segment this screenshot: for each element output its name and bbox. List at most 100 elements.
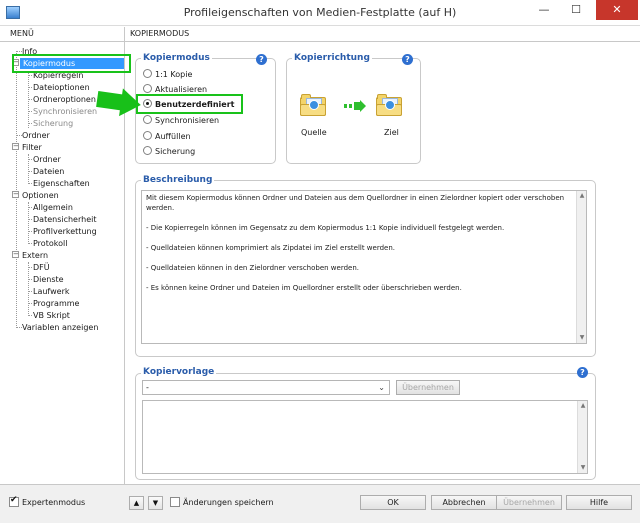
tree-item-dienste[interactable]: Dienste — [33, 274, 64, 285]
tree-line — [28, 315, 32, 316]
scroll-down-icon[interactable]: ▼ — [578, 463, 588, 473]
tree-item-vbskript[interactable]: VB Skript — [33, 310, 70, 321]
aenderungen-speichern-label: Änderungen speichern — [183, 498, 274, 507]
description-line-4: - Quelldateien können komprimiert als Zi… — [146, 244, 395, 252]
checkbox-checked-icon — [9, 495, 19, 507]
target-label: Ziel — [384, 128, 399, 137]
tree-item-dateioptionen[interactable]: Dateioptionen — [33, 82, 90, 93]
radio-label-sicherung: Sicherung — [155, 147, 196, 156]
tree-line — [28, 171, 32, 172]
direction-arrow-icon — [344, 100, 366, 112]
tree-item-laufwerk[interactable]: Laufwerk — [33, 286, 70, 297]
maximize-button[interactable]: ☐ — [562, 0, 590, 20]
ok-button[interactable]: OK — [360, 495, 426, 510]
tree-item-filter-dateien[interactable]: Dateien — [33, 166, 64, 177]
expand-toggle-filter[interactable]: − — [12, 143, 19, 150]
expand-toggle-optionen[interactable]: − — [12, 191, 19, 198]
radio-synchronisieren[interactable]: Synchronisieren — [143, 115, 219, 127]
tree-line — [28, 262, 29, 316]
target-folder-icon — [376, 94, 402, 116]
tree-line — [28, 231, 32, 232]
kopiervorlage-select-value: - — [146, 383, 149, 392]
tree-line — [28, 123, 32, 124]
vorlage-uebernehmen-button[interactable]: Übernehmen — [396, 380, 460, 395]
tree-item-sicherung[interactable]: Sicherung — [33, 118, 73, 129]
radio-label-synchronisieren: Synchronisieren — [155, 116, 220, 125]
description-line-6: - Es können keine Ordner und Dateien im … — [146, 284, 462, 292]
tree-line — [28, 99, 32, 100]
tree-line — [28, 159, 32, 160]
tree-item-variablen-anzeigen[interactable]: Variablen anzeigen — [22, 322, 98, 333]
tree-line — [16, 51, 17, 326]
uebernehmen-button[interactable]: Übernehmen — [496, 495, 562, 510]
tree-line — [28, 202, 29, 244]
radio-circle-icon — [143, 115, 152, 124]
move-up-button[interactable]: ▲ — [129, 496, 144, 510]
title-bar: Profileigenschaften von Medien-Festplatt… — [0, 0, 640, 26]
kopiervorlage-scrollbar[interactable]: ▲ ▼ — [577, 401, 587, 473]
radio-label-aktualisieren: Aktualisieren — [155, 85, 208, 94]
beschreibung-title: Beschreibung — [141, 175, 215, 185]
description-line-5: - Quelldateien können in den Zielordner … — [146, 264, 360, 272]
kopiervorlage-select[interactable]: - ⌄ — [142, 380, 390, 395]
tree-item-profilverkettung[interactable]: Profilverkettung — [33, 226, 97, 237]
tree-line — [28, 243, 32, 244]
tree-item-filter-ordner[interactable]: Ordner — [33, 154, 61, 165]
expertenmodus-checkbox[interactable]: Expertenmodus — [9, 495, 85, 507]
checkbox-unchecked-icon — [170, 497, 180, 507]
highlight-box-kopiermodus — [12, 54, 131, 73]
tree-line — [28, 303, 32, 304]
hilfe-button[interactable]: Hilfe — [566, 495, 632, 510]
radio-label-kopie: 1:1 Kopie — [155, 70, 193, 79]
content-header: KOPIERMODUS — [130, 29, 190, 38]
tree-item-filter-eigenschaften[interactable]: Eigenschaften — [33, 178, 90, 189]
tree-item-protokoll[interactable]: Protokoll — [33, 238, 67, 249]
description-line-3: - Die Kopierregeln können im Gegensatz z… — [146, 224, 505, 232]
minimize-button[interactable]: — — [530, 0, 558, 20]
chevron-down-icon: ⌄ — [378, 383, 385, 392]
green-arrow-icon — [96, 88, 141, 117]
description-scrollbar[interactable]: ▲ ▼ — [576, 191, 586, 343]
tree-line — [28, 219, 32, 220]
radio-sicherung[interactable]: Sicherung — [143, 146, 195, 158]
source-folder-icon — [300, 94, 326, 116]
scroll-up-icon[interactable]: ▲ — [578, 401, 588, 411]
radio-circle-icon — [143, 84, 152, 93]
kopierrichtung-title: Kopierrichtung — [292, 53, 372, 63]
tree-line — [28, 267, 32, 268]
tree-line — [28, 87, 32, 88]
tree-item-dfu[interactable]: DFÜ — [33, 262, 50, 273]
radio-circle-icon — [143, 146, 152, 155]
radio-circle-icon — [143, 69, 152, 78]
radio-auffuellen[interactable]: Auffüllen — [143, 131, 191, 143]
tree-line — [28, 291, 32, 292]
kopiervorlage-help-icon[interactable]: ? — [577, 367, 588, 378]
tree-item-optionen[interactable]: Optionen — [22, 190, 59, 201]
abbrechen-button[interactable]: Abbrechen — [431, 495, 497, 510]
tree-item-filter[interactable]: Filter — [22, 142, 42, 153]
tree-item-ordner[interactable]: Ordner — [22, 130, 50, 141]
tree-item-allgemein[interactable]: Allgemein — [33, 202, 73, 213]
kopierrichtung-help-icon[interactable]: ? — [402, 54, 413, 65]
tree-item-synchronisieren[interactable]: Synchronisieren — [33, 106, 97, 117]
tree-line — [28, 75, 32, 76]
scroll-up-icon[interactable]: ▲ — [577, 191, 587, 201]
kopiermodus-help-icon[interactable]: ? — [256, 54, 267, 65]
expand-toggle-extern[interactable]: − — [12, 251, 19, 258]
tree-item-programme[interactable]: Programme — [33, 298, 79, 309]
close-button[interactable]: ✕ — [596, 0, 638, 20]
move-down-button[interactable]: ▼ — [148, 496, 163, 510]
scroll-down-icon[interactable]: ▼ — [577, 333, 587, 343]
aenderungen-speichern-checkbox[interactable]: Änderungen speichern — [170, 497, 274, 507]
description-textarea[interactable]: Mit diesem Kopiermodus können Ordner und… — [141, 190, 587, 344]
kopiervorlage-textarea[interactable]: ▲ ▼ — [142, 400, 588, 474]
description-line-2: werden. — [146, 204, 175, 212]
tree-item-ordneroptionen[interactable]: Ordneroptionen — [33, 94, 96, 105]
tree-line — [28, 111, 32, 112]
description-line-1: Mit diesem Kopiermodus können Ordner und… — [146, 194, 565, 202]
tree-item-datensicherheit[interactable]: Datensicherheit — [33, 214, 96, 225]
source-label: Quelle — [301, 128, 327, 137]
tree-item-extern[interactable]: Extern — [22, 250, 48, 261]
radio-kopie[interactable]: 1:1 Kopie — [143, 69, 192, 81]
kopiermodus-title: Kopiermodus — [141, 53, 212, 63]
